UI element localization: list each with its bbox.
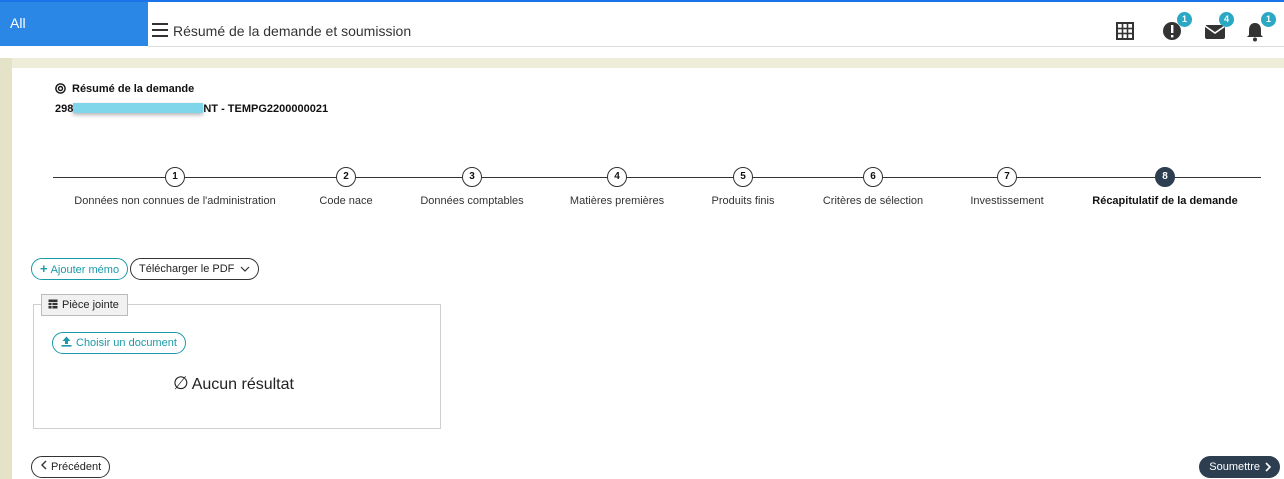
ref-suffix: NT - TEMPG2200000021 (203, 103, 329, 115)
page-title: Résumé de la demande et soumission (173, 23, 412, 39)
ref-prefix: 298 (55, 103, 74, 115)
previous-button[interactable]: Précédent (31, 456, 111, 478)
empty-set-icon: ∅ (173, 373, 189, 393)
alert-badge: 1 (1177, 12, 1192, 27)
step-label: Code nace (319, 195, 373, 207)
step-number: 5 (733, 167, 753, 187)
step-number: 3 (462, 167, 482, 187)
summary-title: Résumé de la demande (72, 83, 195, 95)
plus-icon: + (40, 261, 48, 276)
choose-document-label: Choisir un document (76, 337, 177, 349)
chevron-down-icon (241, 266, 250, 272)
header-divider (148, 46, 1284, 47)
step-number: 2 (336, 167, 356, 187)
bell-icon[interactable]: 1 (1246, 12, 1276, 44)
attachment-legend-label: Pièce jointe (62, 299, 119, 311)
redaction-block (73, 103, 204, 113)
step-label: Produits finis (711, 195, 775, 207)
table-icon (48, 299, 58, 309)
step-label: Matières premières (569, 195, 665, 207)
section-header-band (12, 58, 1284, 68)
step-number: 8 (1155, 167, 1175, 187)
summary-heading: Résumé de la demande (55, 83, 194, 95)
all-tab[interactable]: All (0, 2, 148, 46)
add-memo-label: Ajouter mémo (50, 264, 120, 276)
mail-badge: 4 (1219, 12, 1234, 27)
attachment-legend: Pièce jointe (41, 294, 128, 316)
step-label: Critères de sélection (822, 195, 924, 207)
hamburger-menu-icon[interactable] (152, 23, 168, 37)
step-label: Données comptables (420, 195, 524, 207)
step-number: 7 (997, 167, 1017, 187)
chevron-right-icon (1265, 462, 1272, 472)
download-pdf-button[interactable]: Télécharger le PDF (130, 258, 260, 280)
bell-badge: 1 (1261, 12, 1276, 27)
empty-state: ∅ Aucun résultat (173, 373, 294, 394)
header-icons: 1 4 1 (1116, 12, 1276, 44)
alert-icon[interactable]: 1 (1162, 12, 1192, 44)
submit-label: Soumettre (1209, 461, 1260, 473)
left-accent-bar (0, 58, 12, 479)
step-number: 1 (165, 167, 185, 187)
step-label: Récapitulatif de la demande (1092, 195, 1238, 207)
mail-icon[interactable]: 4 (1204, 12, 1234, 44)
choose-document-button[interactable]: Choisir un document (52, 332, 186, 354)
step-label: Investissement (970, 195, 1044, 207)
download-pdf-label: Télécharger le PDF (139, 263, 235, 275)
empty-state-label: Aucun résultat (191, 376, 294, 393)
grid-icon[interactable] (1116, 16, 1142, 44)
request-reference: 298 NT - TEMPG2200000021 (55, 103, 328, 115)
step-number: 4 (607, 167, 627, 187)
add-memo-button[interactable]: + Ajouter mémo (31, 258, 129, 280)
step-number: 6 (863, 167, 883, 187)
chevron-left-icon (41, 460, 47, 470)
top-bar: All Résumé de la demande et soumission 1 (0, 0, 1284, 58)
upload-icon (61, 336, 72, 347)
submit-button[interactable]: Soumettre (1199, 456, 1280, 478)
attachment-panel (33, 304, 441, 429)
step-label: Données non connues de l'administration (74, 195, 276, 207)
previous-label: Précédent (51, 461, 102, 473)
stepper-line (53, 177, 1261, 178)
target-icon (55, 83, 66, 94)
